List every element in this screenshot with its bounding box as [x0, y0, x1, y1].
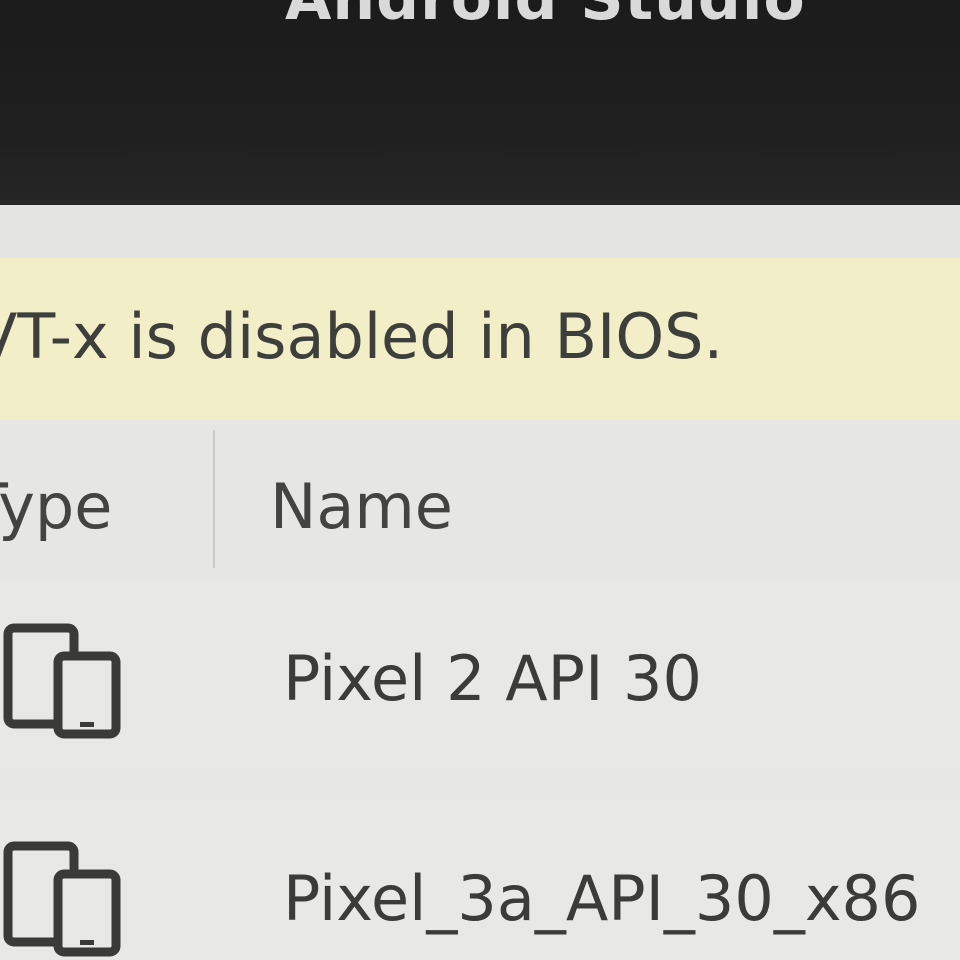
column-header-name[interactable]: Name — [270, 470, 453, 543]
column-header-type[interactable]: Type — [0, 470, 112, 543]
avd-manager-window: Android Studio VT-x is disabled in BIOS.… — [0, 0, 960, 960]
column-divider[interactable] — [213, 430, 215, 568]
device-name: Pixel 2 API 30 — [283, 642, 702, 715]
table-row[interactable]: Pixel_3a_API_30_x86 — [0, 800, 960, 960]
device-name: Pixel_3a_API_30_x86 — [283, 862, 921, 935]
android-studio-logo-icon — [40, 0, 210, 30]
table-row[interactable]: Pixel 2 API 30 — [0, 580, 960, 770]
device-phone-tablet-icon — [3, 623, 121, 739]
window-title: Android Studio — [285, 0, 806, 34]
device-phone-tablet-icon — [3, 841, 121, 957]
warning-message: VT-x is disabled in BIOS. — [0, 300, 724, 373]
table-header — [0, 424, 960, 574]
toolbar-gap — [0, 205, 960, 258]
title-bar: Android Studio — [0, 0, 960, 205]
